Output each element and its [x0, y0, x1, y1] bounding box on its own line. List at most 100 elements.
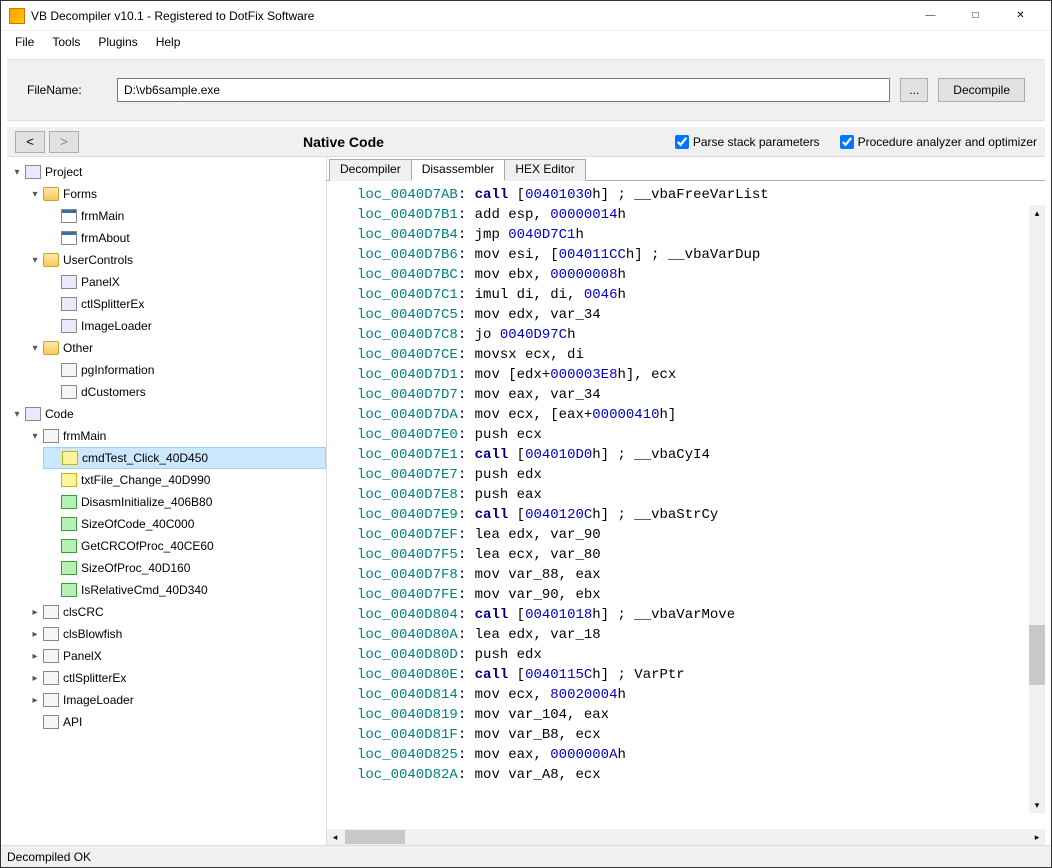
code-line[interactable]: loc_0040D7DA: mov ecx, [eax+00000410h] — [357, 405, 1045, 425]
scroll-right-icon[interactable]: ▸ — [1029, 829, 1045, 845]
code-line[interactable]: loc_0040D7D7: mov eax, var_34 — [357, 385, 1045, 405]
module-icon — [43, 605, 59, 619]
code-line[interactable]: loc_0040D7C5: mov edx, var_34 — [357, 305, 1045, 325]
filename-input[interactable] — [117, 78, 890, 102]
scroll-up-icon[interactable]: ▴ — [1029, 205, 1045, 221]
parse-stack-checkbox-wrap[interactable]: Parse stack parameters — [675, 135, 820, 149]
tree-panelx[interactable]: PanelX — [43, 271, 326, 293]
tree-usercontrols[interactable]: ▾UserControls — [25, 249, 326, 271]
close-button[interactable]: ✕ — [998, 2, 1043, 30]
proc-icon — [61, 561, 77, 575]
code-line[interactable]: loc_0040D7F8: mov var_88, eax — [357, 565, 1045, 585]
tree-getcrc[interactable]: GetCRCOfProc_40CE60 — [43, 535, 326, 557]
code-line[interactable]: loc_0040D7E7: push edx — [357, 465, 1045, 485]
code-line[interactable]: loc_0040D814: mov ecx, 80020004h — [357, 685, 1045, 705]
tree-imageloader[interactable]: ImageLoader — [43, 315, 326, 337]
tree-txtfile[interactable]: txtFile_Change_40D990 — [43, 469, 326, 491]
form-icon — [61, 209, 77, 223]
tree-dcustomers[interactable]: dCustomers — [43, 381, 326, 403]
tree-imageloader2[interactable]: ▸ImageLoader — [25, 689, 326, 711]
tree-api[interactable]: API — [25, 711, 326, 733]
tree-panelx2[interactable]: ▸PanelX — [25, 645, 326, 667]
code-line[interactable]: loc_0040D7C8: jo 0040D97Ch — [357, 325, 1045, 345]
menu-tools[interactable]: Tools — [44, 33, 88, 51]
tree-sizeofcode[interactable]: SizeOfCode_40C000 — [43, 513, 326, 535]
tab-disassembler[interactable]: Disassembler — [411, 159, 506, 181]
nav-back-button[interactable]: < — [15, 131, 45, 153]
folder-icon — [43, 341, 59, 355]
tree-code[interactable]: ▾Code — [7, 403, 326, 425]
code-line[interactable]: loc_0040D7CE: movsx ecx, di — [357, 345, 1045, 365]
code-line[interactable]: loc_0040D825: mov eax, 0000000Ah — [357, 745, 1045, 765]
tree-ctlsplitter2[interactable]: ▸ctlSplitterEx — [25, 667, 326, 689]
browse-button[interactable]: ... — [900, 78, 928, 102]
tree-ctlsplitter[interactable]: ctlSplitterEx — [43, 293, 326, 315]
code-line[interactable]: loc_0040D7F5: lea ecx, var_80 — [357, 545, 1045, 565]
optimizer-checkbox-wrap[interactable]: Procedure analyzer and optimizer — [840, 135, 1037, 149]
module-icon — [61, 385, 77, 399]
menu-file[interactable]: File — [7, 33, 42, 51]
horizontal-scrollbar[interactable]: ◂ ▸ — [327, 829, 1045, 845]
tree-disasminit[interactable]: DisasmInitialize_406B80 — [43, 491, 326, 513]
tab-hex[interactable]: HEX Editor — [504, 159, 585, 181]
tree-panel[interactable]: ▾Project ▾Forms frmMain frmAbout ▾UserCo… — [7, 157, 327, 845]
code-line[interactable]: loc_0040D7B6: mov esi, [004011CCh] ; __v… — [357, 245, 1045, 265]
tabs-row: Decompiler Disassembler HEX Editor — [327, 157, 1045, 181]
tree-clscrc[interactable]: ▸clsCRC — [25, 601, 326, 623]
scroll-left-icon[interactable]: ◂ — [327, 829, 343, 845]
code-line[interactable]: loc_0040D819: mov var_104, eax — [357, 705, 1045, 725]
nav-forward-button[interactable]: > — [49, 131, 79, 153]
maximize-button[interactable]: □ — [953, 2, 998, 30]
nav-row: < > Native Code Parse stack parameters P… — [7, 127, 1045, 157]
code-line[interactable]: loc_0040D7BC: mov ebx, 00000008h — [357, 265, 1045, 285]
statusbar: Decompiled OK — [1, 845, 1051, 867]
optimizer-checkbox[interactable] — [840, 135, 854, 149]
menu-plugins[interactable]: Plugins — [90, 33, 145, 51]
tree-project[interactable]: ▾Project — [7, 161, 326, 183]
code-line[interactable]: loc_0040D7AB: call [00401030h] ; __vbaFr… — [357, 185, 1045, 205]
form-icon — [61, 231, 77, 245]
code-viewer[interactable]: loc_0040D7AB: call [00401030h] ; __vbaFr… — [327, 181, 1045, 789]
code-line[interactable]: loc_0040D81F: mov var_B8, ecx — [357, 725, 1045, 745]
optimizer-label: Procedure analyzer and optimizer — [858, 135, 1037, 149]
code-line[interactable]: loc_0040D7B4: jmp 0040D7C1h — [357, 225, 1045, 245]
code-line[interactable]: loc_0040D7FE: mov var_90, ebx — [357, 585, 1045, 605]
usercontrol-icon — [61, 297, 77, 311]
menu-help[interactable]: Help — [148, 33, 189, 51]
hscroll-thumb[interactable] — [345, 830, 405, 844]
scroll-down-icon[interactable]: ▾ — [1029, 797, 1045, 813]
minimize-button[interactable]: — — [908, 2, 953, 30]
code-line[interactable]: loc_0040D80D: push edx — [357, 645, 1045, 665]
vertical-scrollbar[interactable]: ▴ ▾ — [1029, 205, 1045, 813]
code-line[interactable]: loc_0040D7EF: lea edx, var_90 — [357, 525, 1045, 545]
usercontrol-icon — [61, 275, 77, 289]
tree-clsblowfish[interactable]: ▸clsBlowfish — [25, 623, 326, 645]
code-line[interactable]: loc_0040D80A: lea edx, var_18 — [357, 625, 1045, 645]
proc-icon — [62, 451, 78, 465]
code-line[interactable]: loc_0040D7E8: push eax — [357, 485, 1045, 505]
code-line[interactable]: loc_0040D7E9: call [0040120Ch] ; __vbaSt… — [357, 505, 1045, 525]
code-line[interactable]: loc_0040D804: call [00401018h] ; __vbaVa… — [357, 605, 1045, 625]
decompile-button[interactable]: Decompile — [938, 78, 1025, 102]
code-line[interactable]: loc_0040D7E0: push ecx — [357, 425, 1045, 445]
parse-stack-checkbox[interactable] — [675, 135, 689, 149]
tree-cmdtest[interactable]: cmdTest_Click_40D450 — [43, 447, 326, 469]
tree-other[interactable]: ▾Other — [25, 337, 326, 359]
code-line[interactable]: loc_0040D7E1: call [004010D0h] ; __vbaCy… — [357, 445, 1045, 465]
code-line[interactable]: loc_0040D7D1: mov [edx+000003E8h], ecx — [357, 365, 1045, 385]
scroll-thumb[interactable] — [1029, 625, 1045, 685]
code-line[interactable]: loc_0040D80E: call [0040115Ch] ; VarPtr — [357, 665, 1045, 685]
tree-frmmain[interactable]: frmMain — [43, 205, 326, 227]
code-line[interactable]: loc_0040D82A: mov var_A8, ecx — [357, 765, 1045, 785]
tree-isrelative[interactable]: IsRelativeCmd_40D340 — [43, 579, 326, 601]
code-line[interactable]: loc_0040D7B1: add esp, 00000014h — [357, 205, 1045, 225]
proc-icon — [61, 517, 77, 531]
tab-decompiler[interactable]: Decompiler — [329, 159, 412, 181]
code-line[interactable]: loc_0040D7C1: imul di, di, 0046h — [357, 285, 1045, 305]
tree-code-frmmain[interactable]: ▾frmMain — [25, 425, 326, 447]
tree-frmabout[interactable]: frmAbout — [43, 227, 326, 249]
tree-forms[interactable]: ▾Forms — [25, 183, 326, 205]
filename-label: FileName: — [27, 83, 107, 97]
tree-sizeofproc[interactable]: SizeOfProc_40D160 — [43, 557, 326, 579]
tree-pginfo[interactable]: pgInformation — [43, 359, 326, 381]
